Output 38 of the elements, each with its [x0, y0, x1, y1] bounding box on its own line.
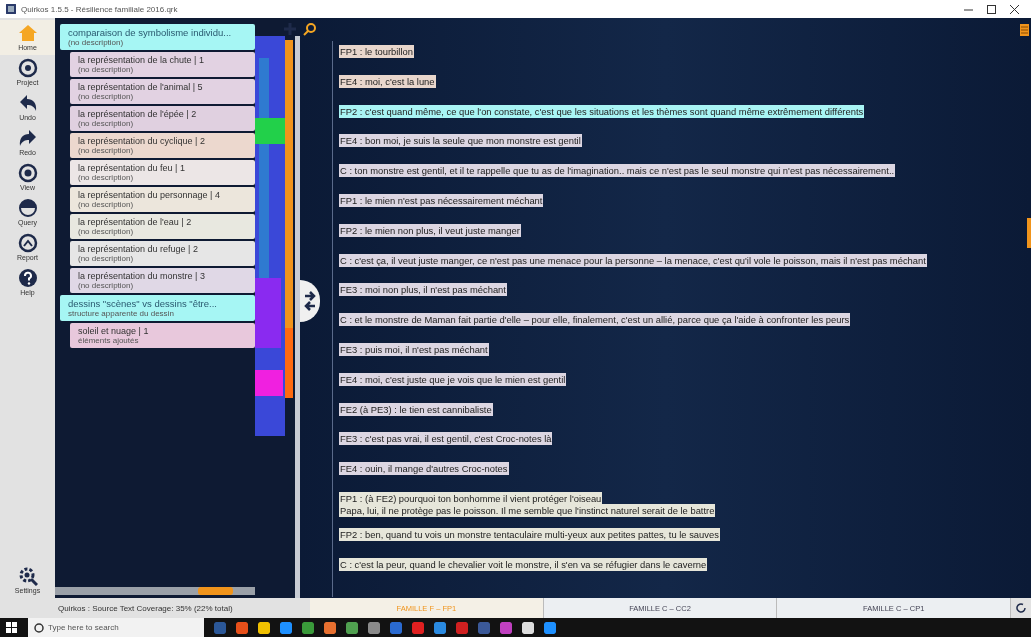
house-icon	[17, 23, 38, 43]
code-card[interactable]: la représentation du monstre | 3 (no description)	[70, 268, 255, 293]
bowl-icon	[17, 198, 38, 218]
swap-button[interactable]	[300, 280, 320, 322]
code-card[interactable]: comparaison de symbolisme individu... (no description)	[60, 24, 255, 50]
code-card[interactable]: la représentation de l'épée | 2 (no description)	[70, 106, 255, 131]
code-card[interactable]: la représentation du refuge | 2 (no description)	[70, 241, 255, 266]
taskbar-search-field[interactable]: Type here to search	[28, 618, 204, 637]
scrollbar[interactable]	[55, 587, 255, 595]
search-icon[interactable]	[303, 22, 317, 36]
window-title: Quirkos 1.5.5 - Résilience familiale 2016.qrk	[21, 4, 179, 14]
code-card[interactable]: la représentation du cyclique | 2 (no description)	[70, 133, 255, 158]
close-icon[interactable]	[1010, 4, 1019, 14]
redo-icon	[17, 128, 38, 148]
search-icon	[33, 621, 45, 634]
refresh-icon[interactable]	[1015, 602, 1027, 614]
status-text: Quirkos : Source Text Coverage: 35% (22% total)	[57, 603, 234, 613]
app-icon[interactable]	[324, 621, 336, 634]
help-icon	[17, 268, 38, 288]
code-card[interactable]: dessins "scènes" vs dessins "être... structure apparente du dessin	[60, 295, 255, 321]
app-icon[interactable]	[522, 621, 534, 634]
code-card[interactable]: la représentation de l'animal | 5 (no description)	[70, 79, 255, 104]
scrollbar-thumb[interactable]	[198, 587, 233, 595]
windows-icon[interactable]	[6, 621, 18, 634]
code-card[interactable]: la représentation du personnage | 4 (no description)	[70, 187, 255, 212]
code-card[interactable]: soleil et nuage | 1 éléments ajoutés	[70, 323, 255, 348]
app-icon[interactable]	[346, 621, 358, 634]
settings-icon	[17, 566, 38, 586]
app-icon[interactable]	[258, 621, 270, 634]
maximize-icon[interactable]	[987, 4, 996, 14]
code-card[interactable]: la représentation du feu | 1 (no description)	[70, 160, 255, 185]
code-card[interactable]: la représentation de l'eau | 2 (no description)	[70, 214, 255, 239]
swap-arrows-icon	[303, 289, 317, 313]
app-icon[interactable]	[544, 621, 556, 634]
app-icon[interactable]	[280, 621, 292, 634]
app-icon	[6, 4, 16, 14]
target-icon	[17, 58, 38, 78]
code-card[interactable]: la représentation de la chute | 1 (no description)	[70, 52, 255, 77]
